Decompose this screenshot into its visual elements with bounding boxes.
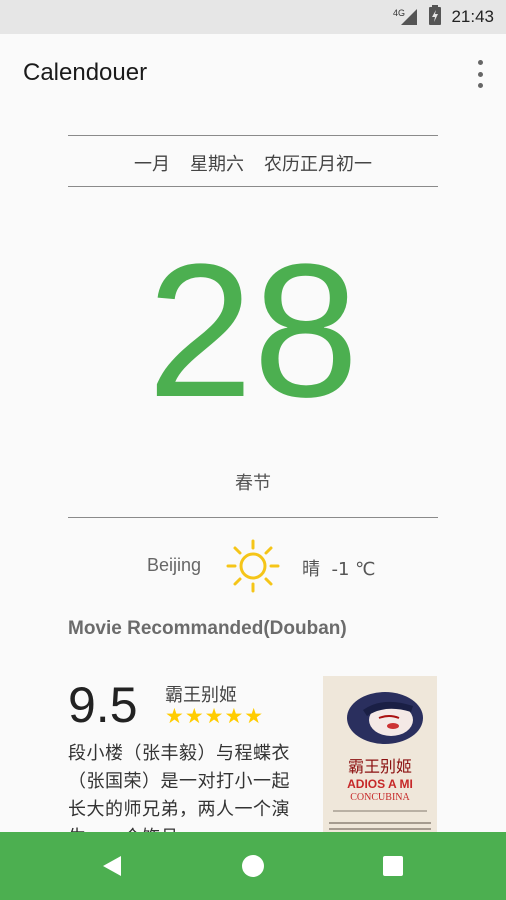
rating-stars: ★★★★★ bbox=[165, 704, 265, 728]
divider bbox=[68, 135, 438, 136]
svg-text:霸王别姬: 霸王别姬 bbox=[348, 757, 412, 776]
navigation-bar bbox=[0, 832, 506, 900]
month-label: 一月 bbox=[134, 154, 170, 175]
svg-text:4G: 4G bbox=[393, 8, 405, 18]
app-title: Calendouer bbox=[23, 59, 148, 86]
status-icons: 4G 21:43 bbox=[393, 0, 494, 34]
divider bbox=[68, 517, 438, 518]
home-icon[interactable] bbox=[213, 832, 293, 900]
weather-city: Beijing bbox=[147, 555, 202, 575]
movie-poster[interactable]: 霸王别姬 ADIOS A MI CONCUBINA bbox=[323, 676, 437, 836]
battery-icon bbox=[429, 5, 442, 29]
day-number: 28 bbox=[147, 225, 359, 437]
status-bar: 4G 21:43 bbox=[0, 0, 506, 34]
weekday-label: 星期六 bbox=[190, 154, 244, 175]
divider bbox=[68, 186, 438, 187]
lunar-date-label: 农历正月初一 bbox=[264, 154, 372, 175]
status-time: 21:43 bbox=[451, 7, 494, 26]
movie-score: 9.5 bbox=[68, 677, 138, 733]
weather-description: 晴 -1 ℃ bbox=[302, 559, 376, 580]
back-icon[interactable] bbox=[72, 832, 152, 900]
svg-text:ADIOS A MI: ADIOS A MI bbox=[347, 777, 413, 791]
sun-icon bbox=[226, 539, 280, 593]
app-bar: Calendouer bbox=[0, 34, 506, 114]
date-line: 一月 星期六 农历正月初一 bbox=[68, 150, 438, 176]
overflow-menu-icon[interactable] bbox=[474, 60, 486, 88]
movie-section-title: Movie Recommanded(Douban) bbox=[68, 618, 347, 639]
svg-text:CONCUBINA: CONCUBINA bbox=[350, 792, 410, 803]
festival-label: 春节 bbox=[235, 473, 271, 494]
recents-icon[interactable] bbox=[353, 832, 433, 900]
network-signal-icon: 4G bbox=[393, 7, 419, 27]
